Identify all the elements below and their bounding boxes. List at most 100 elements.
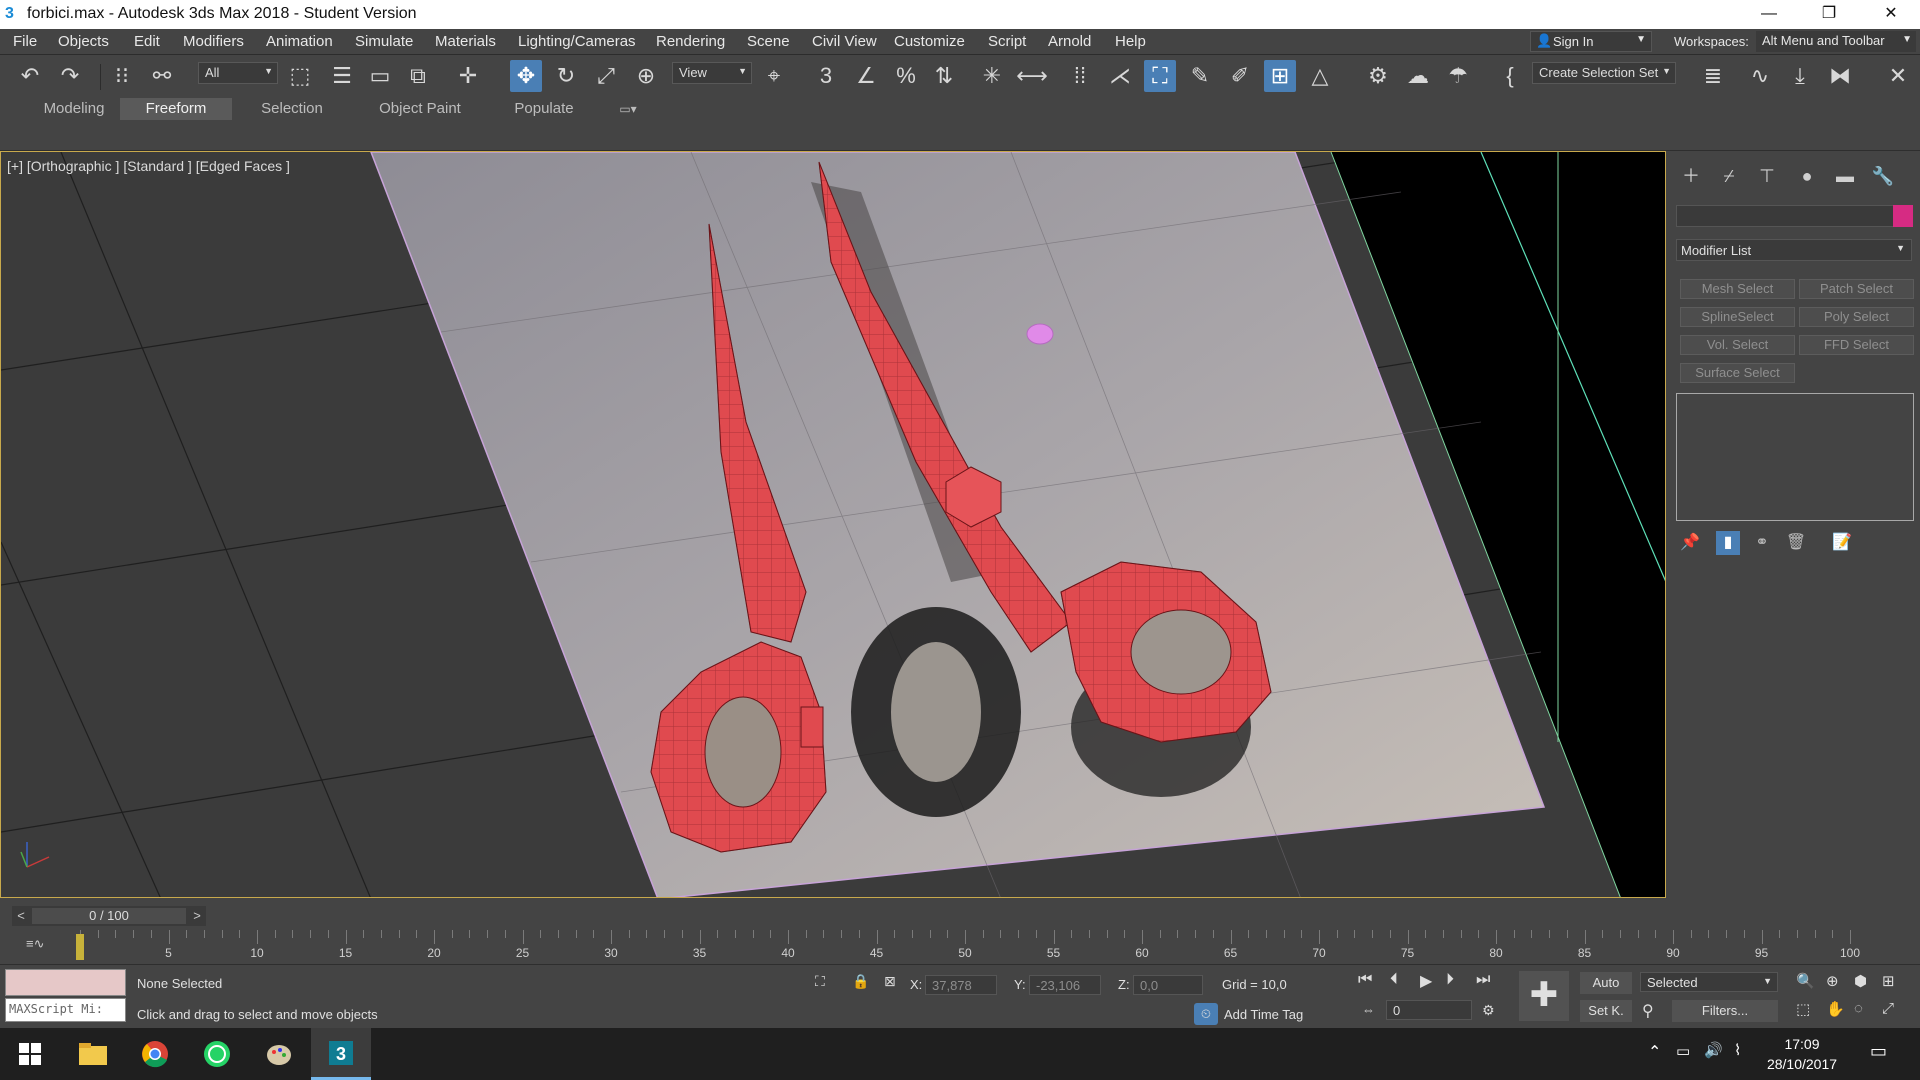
time-slider-prev[interactable]: <: [12, 906, 30, 926]
toggle-scene-explorer-icon[interactable]: ⋌: [1104, 60, 1136, 92]
action-center-icon[interactable]: ▭: [1870, 1041, 1887, 1062]
schematic-view-icon[interactable]: ⊞: [1264, 60, 1296, 92]
modifier-stack[interactable]: [1676, 393, 1914, 521]
x-coordinate-field[interactable]: 37,878: [925, 975, 997, 995]
remove-modifier-icon[interactable]: 🗑: [1784, 531, 1808, 555]
ffd-select-button[interactable]: FFD Select: [1799, 335, 1914, 355]
orbit-icon[interactable]: ◌: [1854, 1000, 1863, 1017]
mesh-select-button[interactable]: Mesh Select: [1680, 279, 1795, 299]
menu-arnold[interactable]: Arnold: [1048, 33, 1091, 50]
surface-select-button[interactable]: Surface Select: [1680, 363, 1795, 383]
paint-taskbar-button[interactable]: [249, 1028, 309, 1080]
pan-view-icon[interactable]: ✋: [1826, 1000, 1845, 1018]
system-clock[interactable]: 17:09 28/10/2017: [1752, 1034, 1852, 1074]
wifi-icon[interactable]: ⌇: [1734, 1041, 1741, 1059]
selection-filter-dropdown[interactable]: All ▼: [198, 62, 278, 84]
menu-objects[interactable]: Objects: [58, 33, 109, 50]
patch-select-button[interactable]: Patch Select: [1799, 279, 1914, 299]
object-color-swatch[interactable]: [1893, 205, 1913, 227]
curve-editor-icon[interactable]: ✐: [1224, 60, 1256, 92]
ribbon-options-icon[interactable]: ▭▾: [608, 98, 648, 120]
go-to-start-icon[interactable]: ⏮: [1358, 971, 1372, 989]
chrome-taskbar-button[interactable]: [125, 1028, 185, 1080]
render-production-icon[interactable]: ☂: [1442, 60, 1474, 92]
time-configuration-arrows-icon[interactable]: ⇔: [1362, 1002, 1375, 1017]
auto-key-button[interactable]: Auto: [1580, 972, 1632, 994]
pivot-center-icon[interactable]: ⌖: [758, 60, 790, 92]
3dsmax-taskbar-button[interactable]: 3: [311, 1028, 371, 1080]
angle-snap-icon[interactable]: ∠: [850, 60, 882, 92]
y-coordinate-field[interactable]: -23,106: [1029, 975, 1101, 995]
play-icon[interactable]: ▶: [1420, 971, 1432, 991]
configure-modifier-sets-icon[interactable]: 📝: [1830, 531, 1854, 555]
select-and-rotate-icon[interactable]: ↻: [550, 60, 582, 92]
tab-freeform[interactable]: Freeform: [120, 98, 232, 120]
object-name-field[interactable]: [1676, 205, 1894, 227]
undo-icon[interactable]: ↶: [14, 60, 46, 92]
volume-icon[interactable]: 🔊: [1704, 1041, 1723, 1059]
percent-snap-icon[interactable]: %: [890, 60, 922, 92]
z-coordinate-field[interactable]: 0,0: [1133, 975, 1203, 995]
rectangular-selection-icon[interactable]: ▭: [364, 60, 396, 92]
tab-populate[interactable]: Populate: [488, 98, 600, 120]
show-hidden-icons-icon[interactable]: ⌃: [1648, 1042, 1661, 1062]
hierarchy-tab-icon[interactable]: ⊤: [1752, 163, 1782, 189]
time-slider-next[interactable]: >: [188, 906, 206, 926]
whatsapp-taskbar-button[interactable]: [187, 1028, 247, 1080]
spinner-snap-icon[interactable]: ⇅: [928, 60, 960, 92]
snaps-toggle-icon[interactable]: 3: [810, 60, 842, 92]
wave-icon[interactable]: ∿: [1744, 60, 1776, 92]
current-frame-field[interactable]: 0: [1386, 1000, 1472, 1020]
motion-tab-icon[interactable]: ●: [1792, 163, 1822, 189]
menu-animation[interactable]: Animation: [266, 33, 333, 50]
make-unique-icon[interactable]: ⚭: [1750, 531, 1774, 555]
go-to-end-icon[interactable]: ⏭: [1476, 971, 1490, 989]
time-tag-icon[interactable]: ⏲: [1194, 1003, 1218, 1025]
select-and-link-icon[interactable]: ⁝⁝: [106, 60, 138, 92]
key-filter-dropdown[interactable]: Selected ▼: [1640, 972, 1778, 992]
menu-scene[interactable]: Scene: [747, 33, 790, 50]
isolate-selection-icon[interactable]: ⛶: [815, 973, 825, 990]
pin-stack-icon[interactable]: 📌: [1678, 531, 1702, 555]
time-slider[interactable]: < 0 / 100 >: [12, 906, 206, 926]
display-tab-icon[interactable]: ▬: [1830, 163, 1860, 189]
menu-help[interactable]: Help: [1115, 33, 1146, 50]
menu-rendering[interactable]: Rendering: [656, 33, 725, 50]
create-tab-icon[interactable]: ＋: [1676, 163, 1706, 189]
script-icon[interactable]: {: [1494, 60, 1526, 92]
utilities-tab-icon[interactable]: 🔧: [1868, 163, 1898, 189]
toggle-layer-explorer-icon[interactable]: ⛶: [1144, 60, 1176, 92]
menu-materials[interactable]: Materials: [435, 33, 496, 50]
menu-civil-view[interactable]: Civil View: [812, 33, 877, 50]
workspace-dropdown[interactable]: Alt Menu and Toolbar ▼: [1756, 31, 1916, 52]
zoom-extents-icon[interactable]: ⬢: [1854, 972, 1867, 990]
render-setup-icon[interactable]: ⚙: [1362, 60, 1394, 92]
viewport-label[interactable]: [+] [Orthographic ] [Standard ] [Edged F…: [7, 158, 290, 174]
lock-selection-icon[interactable]: 🔒: [852, 973, 869, 990]
window-crossing-icon[interactable]: ⧉: [402, 60, 434, 92]
tab-selection[interactable]: Selection: [232, 98, 352, 120]
menu-modifiers[interactable]: Modifiers: [183, 33, 244, 50]
select-and-manipulate-icon[interactable]: ✛: [452, 60, 484, 92]
create-selection-set-dropdown[interactable]: Create Selection Set ▼: [1532, 62, 1676, 84]
tab-object-paint[interactable]: Object Paint: [352, 98, 488, 120]
maxscript-listener[interactable]: MAXScript Mi:: [5, 998, 126, 1022]
modifier-list-dropdown[interactable]: Modifier List ▼: [1676, 239, 1912, 261]
maximize-viewport-icon[interactable]: ⤢: [1882, 1000, 1894, 1017]
file-explorer-taskbar-button[interactable]: [63, 1028, 123, 1080]
perspective-viewport[interactable]: [+] [Orthographic ] [Standard ] [Edged F…: [0, 151, 1666, 898]
menu-script[interactable]: Script: [988, 33, 1026, 50]
key-mode-icon[interactable]: ⚲: [1642, 1001, 1654, 1021]
mirror-tool-icon[interactable]: ⧓: [1824, 60, 1856, 92]
menu-lighting-cameras[interactable]: Lighting/Cameras: [518, 33, 636, 50]
select-by-name-icon[interactable]: ☰: [326, 60, 358, 92]
zoom-icon[interactable]: 🔍: [1796, 972, 1815, 990]
graphite-toolbar-icon[interactable]: ✎: [1184, 60, 1216, 92]
close-button[interactable]: ✕: [1862, 0, 1920, 29]
select-object-icon[interactable]: ⬚: [284, 60, 316, 92]
field-of-view-icon[interactable]: ⬚: [1796, 1000, 1810, 1018]
set-key-button[interactable]: Set K.: [1580, 1000, 1632, 1022]
sign-in-dropdown[interactable]: 👤 Sign In ▼: [1530, 31, 1652, 52]
current-frame-marker[interactable]: [76, 934, 84, 960]
select-and-move-icon[interactable]: ✥: [510, 60, 542, 92]
